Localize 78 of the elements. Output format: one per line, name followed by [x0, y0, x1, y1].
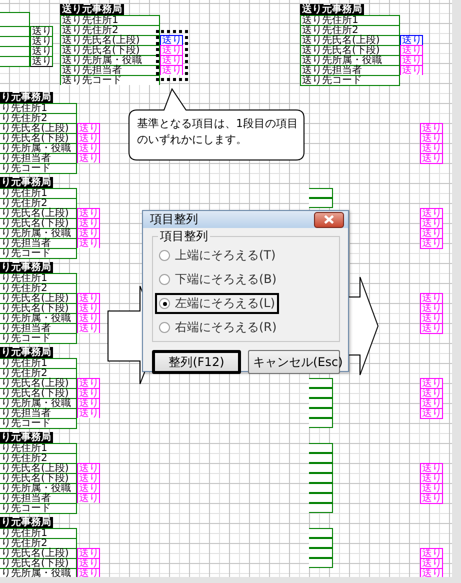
field-header: 送り元事務局: [60, 4, 124, 15]
form-field: り先住所1: [0, 188, 77, 198]
form-field: り先担当者: [0, 408, 77, 418]
form-field: 送り先所属・役職: [60, 55, 160, 65]
radio-option[interactable]: 下端にそろえる(B): [155, 269, 281, 290]
form-field: 送り先氏名(下段): [60, 45, 160, 55]
option-label: 右端にそろえる(R): [175, 319, 277, 336]
form-field: 送り先担当者: [60, 65, 160, 75]
radio-option[interactable]: 右端にそろえる(R): [155, 317, 281, 338]
form-field: り先担当者: [0, 493, 77, 503]
field-tag: 送り: [30, 26, 53, 36]
form-field: り先コード: [0, 418, 77, 429]
form-field: り先コード: [0, 248, 77, 259]
form-field: り先住所2: [0, 453, 77, 463]
form-field: り先氏名(上段): [0, 378, 77, 388]
form-field: り先住所1: [0, 528, 77, 538]
form-field: り先氏名(下段): [0, 473, 77, 483]
form-field: り先コード: [0, 503, 77, 514]
field-tag: 送り: [30, 56, 53, 67]
form-field: り先住所2: [0, 113, 77, 123]
form-field: り先コード: [0, 163, 77, 174]
form-field: り先担当者: [0, 153, 77, 163]
form-field: 送り先コード: [60, 75, 160, 85]
field-tag: 送り: [30, 46, 53, 56]
form-field: り先所属・役職: [0, 143, 77, 153]
form-field: り先氏名(下段): [0, 388, 77, 398]
form-field: 送り先住所1: [300, 15, 400, 25]
form-field: り先氏名(下段): [0, 218, 77, 228]
option-label: 上端にそろえる(T): [175, 247, 276, 264]
form-field: り先住所1: [0, 103, 77, 113]
form-field: 送り先住所2: [60, 25, 160, 35]
form-field: り先氏名(下段): [0, 558, 77, 568]
option-label: 左端にそろえる(L): [175, 295, 276, 312]
form-field: 送り先氏名(上段): [300, 35, 400, 45]
form-field: り先担当者: [0, 323, 77, 333]
field-header: り元事務局: [0, 92, 53, 103]
form-field: り先住所2: [0, 368, 77, 378]
form-field: り先氏名(上段): [0, 123, 77, 133]
field-header: り元事務局: [0, 432, 53, 443]
form-field: 送り先氏名(上段): [60, 35, 160, 45]
form-field: り先所属・役職: [0, 483, 77, 493]
form-field: り先氏名(下段): [0, 303, 77, 313]
field-header: り元事務局: [0, 262, 53, 273]
form-field: り先住所2: [0, 283, 77, 293]
form-field: り先住所2: [0, 198, 77, 208]
radio-option[interactable]: 左端にそろえる(L): [155, 293, 280, 314]
dialog-title: 項目整列: [150, 211, 198, 228]
form-field: り先住所2: [0, 538, 77, 548]
form-field: り先住所1: [0, 273, 77, 283]
form-field: 送り先担当者: [300, 65, 400, 75]
form-field: り先氏名(上段): [0, 208, 77, 218]
field-tag: 送り: [30, 36, 53, 46]
field-header: 送り元事務局: [300, 4, 364, 15]
form-field: り先担当者: [0, 238, 77, 248]
form-field: 送り先住所1: [60, 15, 160, 25]
form-field: り先住所1: [0, 443, 77, 453]
radio-option[interactable]: 上端にそろえる(T): [155, 245, 280, 266]
form-field: り先氏名(上段): [0, 463, 77, 473]
group-label: 項目整列: [158, 229, 210, 243]
dialog-button[interactable]: 整列(F12): [152, 350, 241, 374]
field-header: り元事務局: [0, 347, 53, 358]
form-field: り先氏名(下段): [0, 133, 77, 143]
form-field: り先所属・役職: [0, 398, 77, 408]
form-field: り先氏名(上段): [0, 293, 77, 303]
form-field: 送り先所属・役職: [300, 55, 400, 65]
form-field: 送り先氏名(下段): [300, 45, 400, 55]
form-field: 送り先住所2: [300, 25, 400, 35]
form-field: り先氏名(上段): [0, 548, 77, 558]
dialog-button[interactable]: キャンセル(Esc): [248, 350, 340, 374]
form-field: り先所属・役職: [0, 313, 77, 323]
form-field: り先コード: [0, 333, 77, 344]
field-header: り元事務局: [0, 517, 53, 528]
option-label: 下端にそろえる(B): [175, 271, 277, 288]
callout-text: 基準となる項目は、1段目の項目のいずれかにします。: [137, 116, 299, 148]
field-header: り元事務局: [0, 177, 53, 188]
form-field: り先住所1: [0, 358, 77, 368]
form-field: 送り先コード: [300, 75, 400, 86]
form-field: り先所属・役職: [0, 228, 77, 238]
